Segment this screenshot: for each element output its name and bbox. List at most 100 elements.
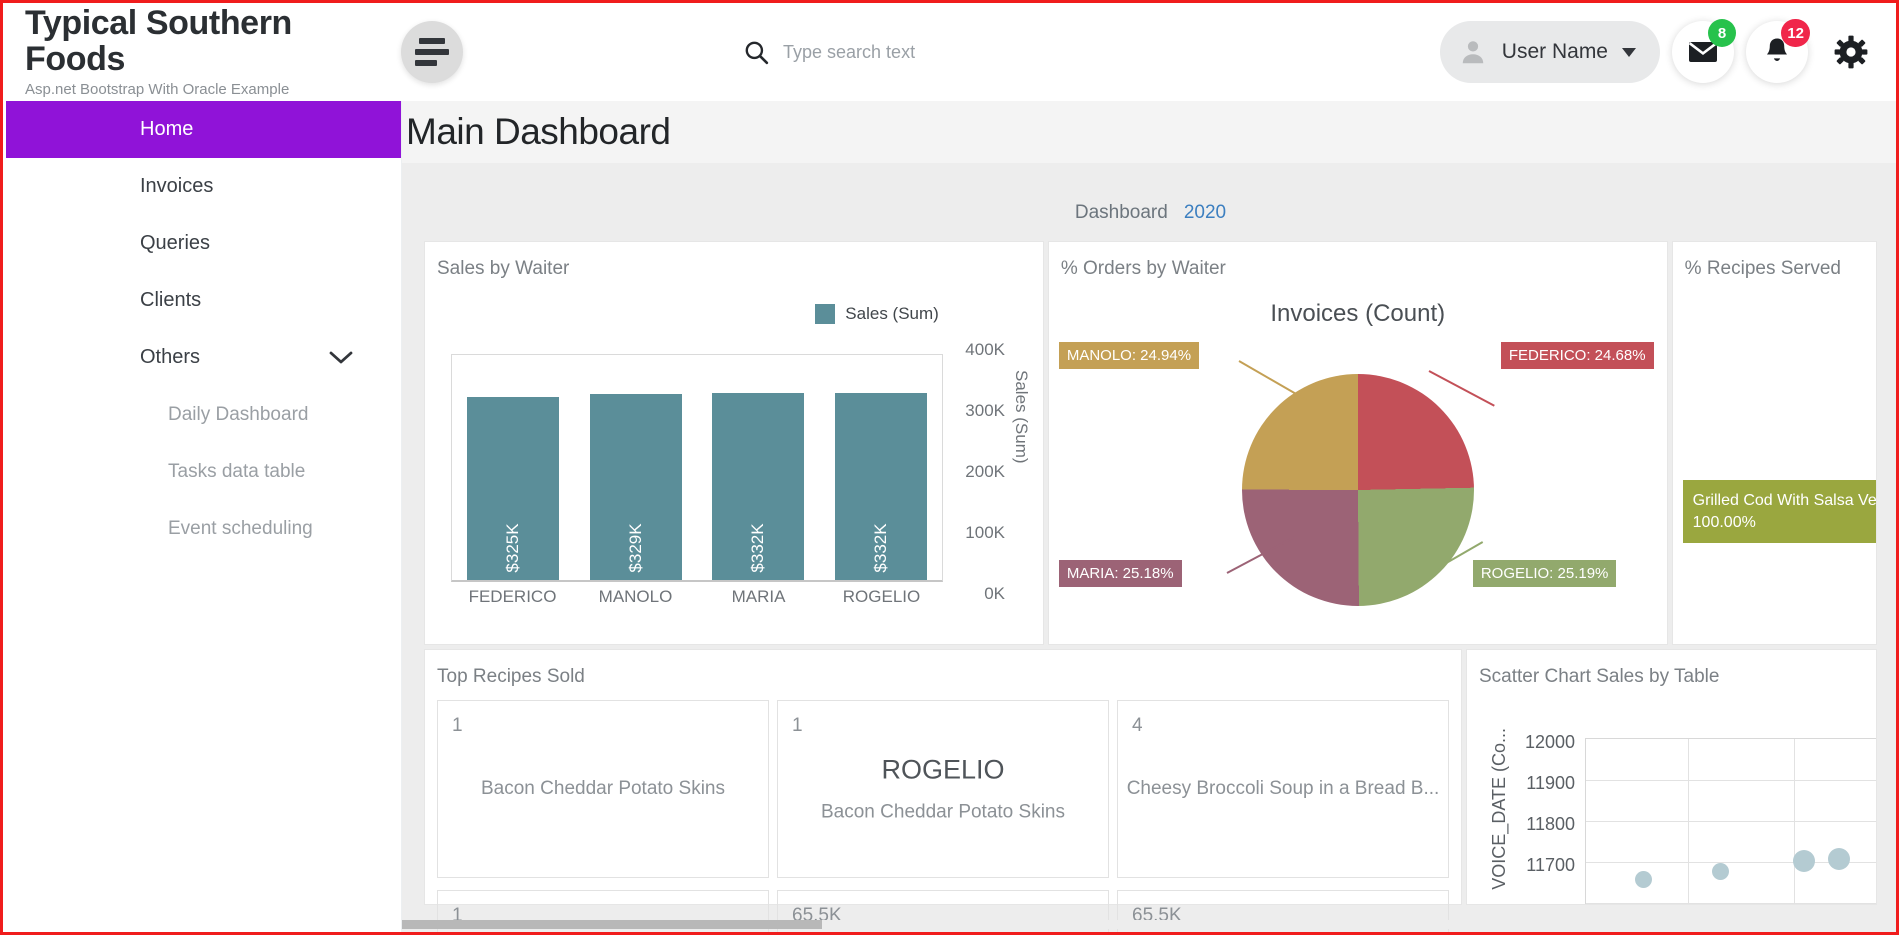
recipes-served-card: % Recipes Served Grilled Cod With Salsa … xyxy=(1671,241,1877,645)
recipe-body: Bacon Cheddar Potato Skins xyxy=(438,778,768,800)
bar: $332K xyxy=(834,392,927,580)
sidebar-item-invoices[interactable]: Invoices xyxy=(6,158,401,215)
sidebar-item-event-scheduling[interactable]: Event scheduling xyxy=(6,500,401,557)
search-area xyxy=(743,39,1083,65)
orders-by-waiter-card: % Orders by Waiter Invoices (Count) FEDE… xyxy=(1047,241,1668,645)
bar: $325K xyxy=(467,396,560,580)
scatter-chart-card: Scatter Chart Sales by Table VOICE_DATE … xyxy=(1466,649,1877,905)
sidebar-item-label: Others xyxy=(140,346,201,368)
chevron-down-icon xyxy=(1622,47,1636,57)
app-subtitle: Asp.net Bootstrap With Oracle Example xyxy=(25,81,290,99)
recipe-body: ROGELIO Bacon Cheddar Potato Skins xyxy=(778,755,1108,824)
dashboard-row-top: Sales by Waiter Sales (Sum) $325K $329K $3… xyxy=(402,241,1896,645)
top-right-actions: User Name 8 12 xyxy=(1439,3,1882,101)
breadcrumb-dashboard: Dashboard xyxy=(1074,202,1168,223)
grid-line-horizontal xyxy=(1586,821,1876,822)
pie-slice-label: MANOLO: 24.94% xyxy=(1058,342,1200,369)
recipe-count: 1 xyxy=(792,715,803,736)
bar: $332K xyxy=(712,392,805,580)
grid-line-horizontal xyxy=(1586,903,1876,904)
recipe-name: Bacon Cheddar Potato Skins xyxy=(481,778,725,799)
user-avatar-icon xyxy=(1462,41,1484,64)
recipe-cell[interactable]: 1 ROGELIO Bacon Cheddar Potato Skins xyxy=(777,700,1109,878)
top-recipes-sold-card: Top Recipes Sold 1 Bacon Cheddar Potato S… xyxy=(424,649,1462,932)
card-title: Sales by Waiter xyxy=(437,258,570,279)
brand-block: Typical Southern Foods Asp.net Bootstrap… xyxy=(25,3,395,99)
bar: $329K xyxy=(589,394,682,580)
horizontal-scrollbar[interactable] xyxy=(402,920,1896,929)
x-axis-tick-label: ROGELIO xyxy=(842,587,921,606)
hamburger-bar xyxy=(419,38,445,44)
sidebar-subitem-label: Daily Dashboard xyxy=(168,403,309,425)
card-title: Top Recipes Sold xyxy=(437,666,585,687)
gear-icon xyxy=(1834,35,1868,69)
bar-chart-plot: $325K $329K $332K $332K xyxy=(451,354,943,582)
scatter-plot-area xyxy=(1585,738,1876,904)
breadcrumb-year-link[interactable]: 2020 xyxy=(1184,202,1226,224)
recipes-served-pct: 100.00% xyxy=(1692,513,1756,531)
recipe-waiter: ROGELIO xyxy=(881,754,1005,785)
recipe-count: 1 xyxy=(452,715,463,736)
recipe-cell-grid: 1 Bacon Cheddar Potato Skins 1 ROGELIO Bacon… xyxy=(425,688,1461,890)
page-header: Main Dashboard xyxy=(402,101,1896,163)
pie-slice-label: MARIA: 25.18% xyxy=(1058,560,1182,587)
sidebar-item-clients[interactable]: Clients xyxy=(6,272,401,329)
sidebar-item-others[interactable]: Others xyxy=(6,329,401,386)
y-axis-tick-label: 400K xyxy=(965,340,1005,359)
x-axis-tick-label: MARIA xyxy=(731,587,786,606)
user-menu-button[interactable]: User Name xyxy=(1439,21,1660,83)
messages-button[interactable]: 8 xyxy=(1672,19,1736,83)
search-input[interactable] xyxy=(783,41,1083,63)
x-axis-tick-label: FEDERICO xyxy=(468,587,557,606)
pie-chart xyxy=(1241,374,1474,606)
sidebar: Home Invoices Queries Clients Others Dai… xyxy=(6,101,402,932)
search-icon[interactable] xyxy=(743,39,769,65)
recipes-served-bar: Grilled Cod With Salsa Ve 100.00% xyxy=(1682,480,1877,544)
sidebar-item-home[interactable]: Home xyxy=(6,101,401,158)
y-axis-tick-label: 200K xyxy=(965,462,1005,481)
sidebar-item-label: Queries xyxy=(140,232,211,254)
pie-leader-line xyxy=(1238,360,1307,401)
bar-value-label: $329K xyxy=(625,523,645,573)
settings-button[interactable] xyxy=(1820,21,1882,83)
sidebar-item-daily-dashboard[interactable]: Daily Dashboard xyxy=(6,386,401,443)
bar-chart-y-axis: 0K 100K 200K 300K 400K xyxy=(949,340,1007,603)
scrollbar-thumb[interactable] xyxy=(402,920,822,929)
y-axis-tick-label: 11700 xyxy=(1526,855,1575,875)
pie-slice-label: FEDERICO: 24.68% xyxy=(1500,342,1654,369)
chart-legend: Sales (Sum) xyxy=(815,304,939,324)
grid-line-vertical xyxy=(1794,739,1795,904)
recipe-body: Cheesy Broccoli Soup in a Bread B... xyxy=(1118,778,1448,800)
sidebar-item-queries[interactable]: Queries xyxy=(6,215,401,272)
y-axis-tick-label: 11900 xyxy=(1526,773,1575,793)
pie-leader-line xyxy=(1428,370,1495,407)
sidebar-item-label: Clients xyxy=(140,289,202,311)
grid-line-vertical xyxy=(1688,739,1690,904)
hamburger-bar xyxy=(415,60,437,66)
legend-swatch xyxy=(815,304,836,324)
scatter-y-title: VOICE_DATE (Co... xyxy=(1489,728,1509,890)
hamburger-icon[interactable] xyxy=(401,21,463,83)
recipe-name: Cheesy Broccoli Soup in a Bread B... xyxy=(1126,778,1440,799)
notifications-button[interactable]: 12 xyxy=(1746,19,1810,83)
chevron-down-icon xyxy=(329,351,353,363)
bar-value-label: $332K xyxy=(870,523,890,573)
pie-chart-title: Invoices (Count) xyxy=(1270,300,1446,327)
user-name-label: User Name xyxy=(1501,40,1608,63)
legend-label: Sales (Sum) xyxy=(845,304,939,323)
app-window: Typical Southern Foods Asp.net Bootstrap… xyxy=(0,0,1899,935)
recipe-name: Bacon Cheddar Potato Skins xyxy=(821,801,1065,823)
sales-by-waiter-card: Sales by Waiter Sales (Sum) $325K $329K $3… xyxy=(424,241,1044,645)
sidebar-subitem-label: Tasks data table xyxy=(168,460,306,482)
card-title: % Recipes Served xyxy=(1684,258,1841,279)
sidebar-item-label: Home xyxy=(140,118,194,140)
scatter-point xyxy=(1827,848,1850,870)
recipes-served-name: Grilled Cod With Salsa Ve xyxy=(1692,492,1877,509)
app-title: Typical Southern Foods xyxy=(25,3,292,78)
recipe-cell[interactable]: 1 Bacon Cheddar Potato Skins xyxy=(437,700,769,878)
scatter-point xyxy=(1711,862,1729,880)
recipe-cell[interactable]: 4 Cheesy Broccoli Soup in a Bread B... xyxy=(1117,700,1449,878)
sidebar-item-tasks-data-table[interactable]: Tasks data table xyxy=(6,443,401,500)
y-axis-tick-label: 0K xyxy=(984,584,1005,603)
scatter-point xyxy=(1792,850,1815,873)
